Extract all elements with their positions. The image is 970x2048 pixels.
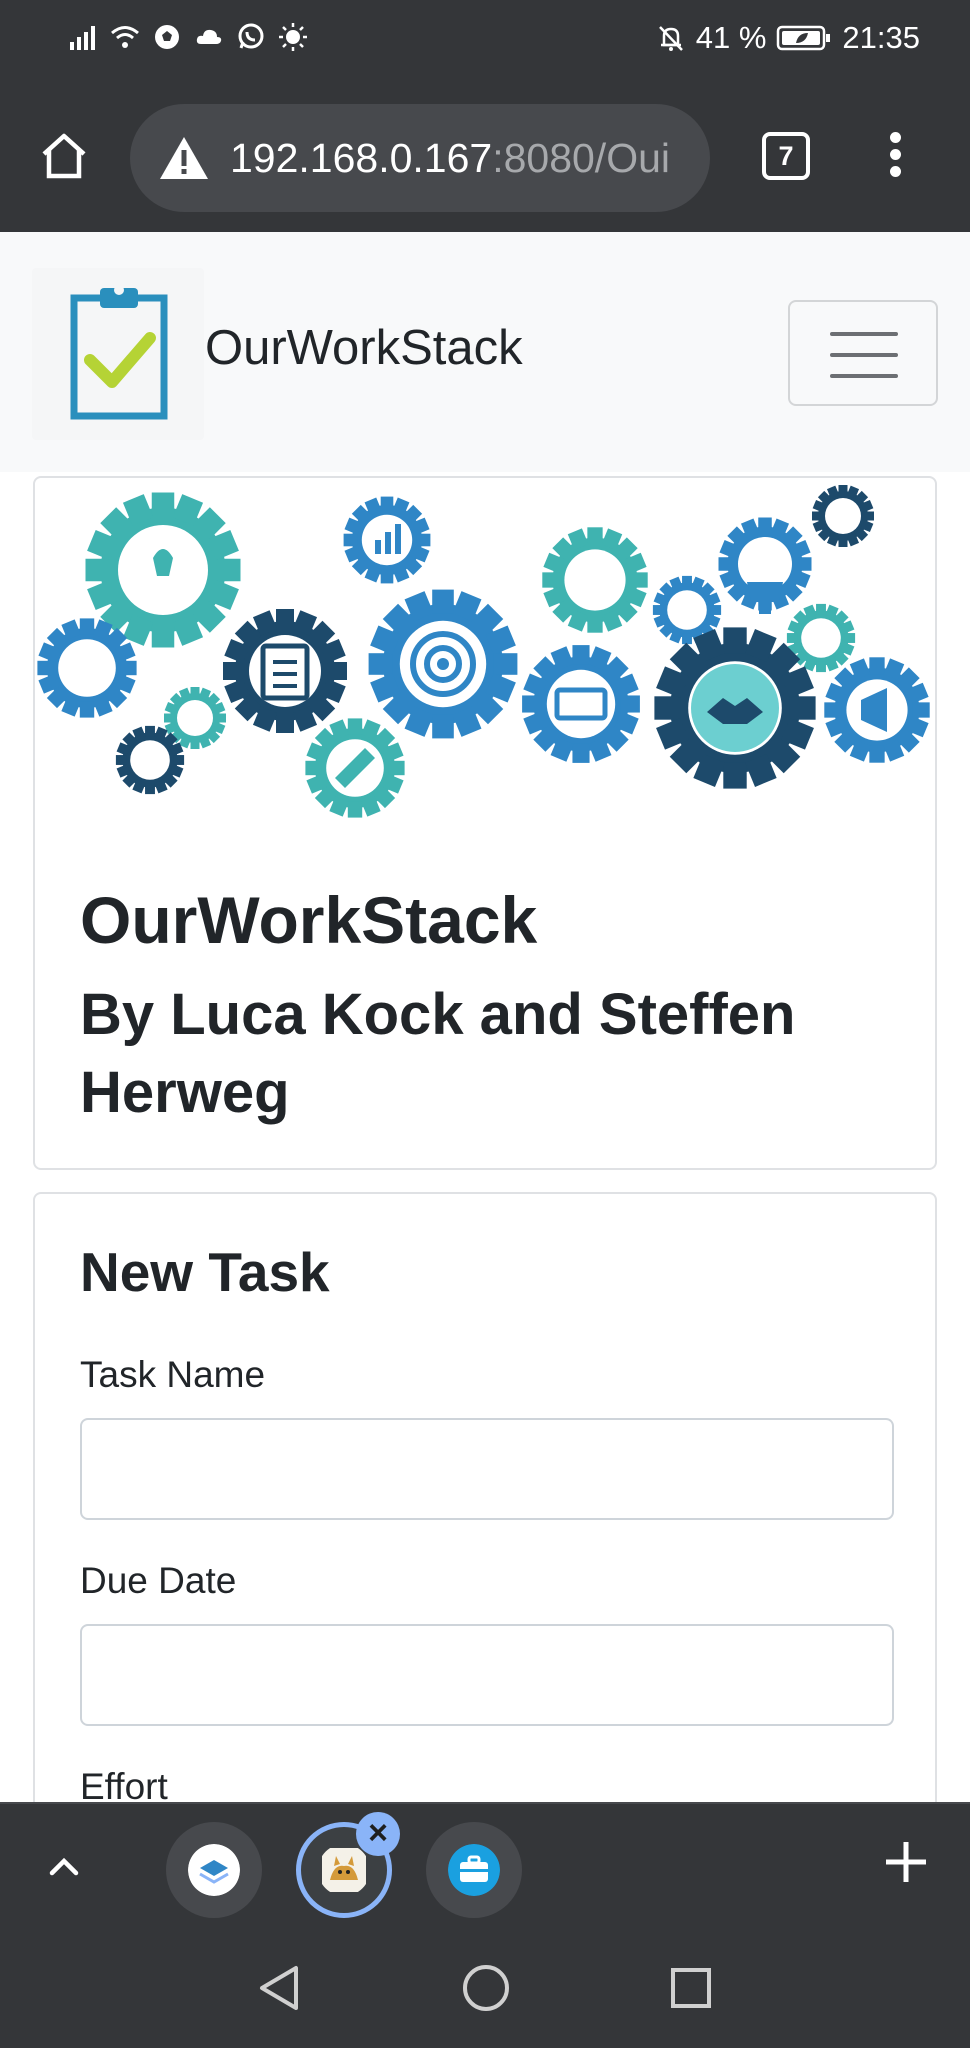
new-tab-plus-icon[interactable]: [878, 1834, 934, 1890]
tab-count-button[interactable]: 7: [762, 132, 810, 180]
recents-square-icon[interactable]: [668, 1962, 714, 2014]
effort-label: Effort: [80, 1766, 168, 1802]
form-title: New Task: [80, 1241, 330, 1303]
url-host: 192.168.0.167: [230, 134, 493, 181]
url-path: :8080/Oui: [492, 134, 670, 181]
clock-time: 21:35: [842, 20, 920, 55]
hero-title: OurWorkStack: [80, 883, 538, 957]
browser-toolbar: 192.168.0.167:8080/Oui 7: [0, 82, 970, 232]
address-bar[interactable]: 192.168.0.167:8080/Oui: [130, 104, 710, 212]
task-name-input[interactable]: [80, 1418, 894, 1520]
cloud-icon: [196, 29, 222, 44]
web-page: OurWorkStack OurWorkStack By Luca Kock a…: [0, 232, 970, 1802]
new-task-card: New Task Task Name Due Date Effort: [33, 1192, 937, 1802]
signal-icon: [70, 26, 95, 50]
status-icons-right: 41 % 21:35: [656, 20, 920, 56]
mute-bell-icon: [658, 26, 683, 51]
brand-logo[interactable]: [32, 268, 204, 440]
battery-percent: 41 %: [695, 20, 767, 55]
briefcase-icon: [448, 1844, 500, 1896]
hero-card: OurWorkStack By Luca Kock and Steffen He…: [33, 476, 937, 1170]
status-bar: 41 % 21:35: [0, 0, 970, 82]
home-icon[interactable]: [38, 130, 90, 182]
due-date-label: Due Date: [80, 1560, 237, 1601]
hero-subtitle: By Luca Kock and Steffen Herweg: [80, 982, 796, 1125]
close-tab-button[interactable]: ×: [356, 1812, 400, 1856]
home-circle-icon[interactable]: [460, 1962, 512, 2014]
tab-strip: ×: [0, 1802, 970, 1930]
warning-icon[interactable]: [158, 135, 210, 181]
task-name-label: Task Name: [80, 1354, 266, 1395]
brightness-icon: [279, 23, 307, 51]
tab-chip-1[interactable]: [166, 1822, 262, 1918]
clipboard-check-icon: [70, 285, 168, 420]
battery-icon: [777, 25, 831, 51]
brand-name[interactable]: OurWorkStack: [205, 320, 523, 376]
whatsapp-icon: [238, 23, 264, 49]
chevron-up-icon[interactable]: [44, 1846, 84, 1886]
soccer-ball-icon: [155, 25, 179, 49]
tomcat-icon: [322, 1848, 366, 1892]
gears-illustration: [37, 485, 930, 818]
system-nav-bar: [0, 1930, 970, 2048]
overflow-menu-icon[interactable]: [880, 128, 910, 188]
due-date-input[interactable]: [80, 1624, 894, 1726]
back-triangle-icon[interactable]: [256, 1962, 302, 2014]
stack-app-icon: [188, 1844, 240, 1896]
tab-chip-3[interactable]: [426, 1822, 522, 1918]
navbar-toggler-button[interactable]: [788, 300, 938, 406]
site-navbar: OurWorkStack: [0, 232, 970, 472]
wifi-icon: [111, 26, 139, 48]
status-icons-left: [68, 22, 308, 52]
